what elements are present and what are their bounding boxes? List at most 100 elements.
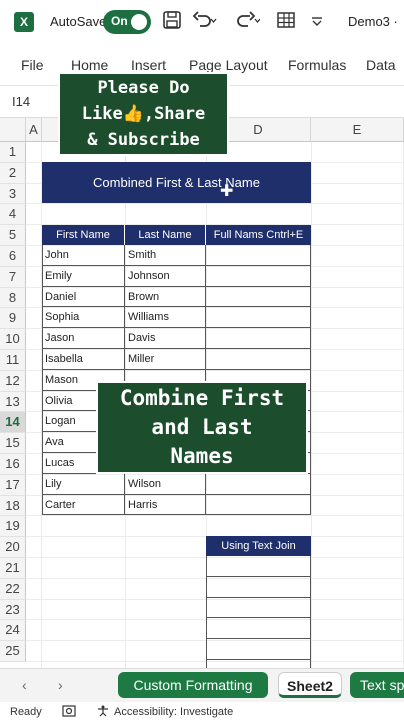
column-header-a[interactable]: A <box>26 118 42 142</box>
undo-icon[interactable] <box>192 10 218 34</box>
cell-cursor-icon: ✚ <box>220 183 234 200</box>
toggle-knob <box>131 14 147 30</box>
overlay-line: Names <box>170 444 234 468</box>
row-header[interactable]: 22 <box>0 578 26 600</box>
chevron-right-icon[interactable]: › <box>58 677 63 693</box>
tab-page-layout[interactable]: Page Layout <box>189 57 268 73</box>
row-header[interactable]: 2 <box>0 162 26 184</box>
excel-logo-icon: X <box>14 12 34 32</box>
subscribe-overlay: Please Do Like👍,Share & Subscribe <box>58 72 229 156</box>
last-name-cell[interactable]: Wilson <box>125 473 206 495</box>
textjoin-cell[interactable] <box>206 618 311 640</box>
full-name-cell[interactable] <box>206 473 311 495</box>
header-full-name[interactable]: Full Nams Cntrl+E <box>206 225 311 245</box>
row-header[interactable]: 23 <box>0 599 26 621</box>
textjoin-cell[interactable] <box>206 639 311 660</box>
row-header[interactable]: 6 <box>0 246 26 267</box>
sheet-tab-text-split[interactable]: Text sp <box>350 672 404 698</box>
row-header[interactable]: 24 <box>0 620 26 642</box>
redo-icon[interactable] <box>234 10 261 34</box>
row-header[interactable]: 17 <box>0 474 26 496</box>
first-name-cell[interactable]: Jason <box>42 328 125 349</box>
last-name-cell[interactable]: Davis <box>125 328 206 349</box>
row-header[interactable]: 20 <box>0 537 26 558</box>
sheet-title-banner[interactable]: Combined First & Last Name <box>42 162 311 203</box>
tab-data[interactable]: Data <box>366 57 396 73</box>
full-name-cell[interactable] <box>206 328 311 349</box>
textjoin-cell[interactable] <box>206 556 311 577</box>
row-header[interactable]: 7 <box>0 266 26 288</box>
row-header[interactable]: 11 <box>0 350 26 371</box>
overlay-line: & Subscribe <box>87 130 200 150</box>
select-all-corner[interactable] <box>0 118 26 142</box>
tab-formulas[interactable]: Formulas <box>288 57 346 73</box>
row-header[interactable]: 8 <box>0 287 26 309</box>
tab-home[interactable]: Home <box>71 57 108 73</box>
first-name-cell[interactable]: John <box>42 245 125 266</box>
row-header[interactable]: 9 <box>0 308 26 330</box>
first-name-cell[interactable]: Carter <box>42 494 125 516</box>
document-name[interactable]: Demo3 · <box>348 14 398 29</box>
status-ready: Ready <box>10 706 42 718</box>
row-header[interactable]: 16 <box>0 454 26 475</box>
full-name-cell[interactable] <box>206 245 311 266</box>
row-header[interactable]: 15 <box>0 433 26 454</box>
full-name-cell[interactable] <box>206 286 311 308</box>
last-name-cell[interactable]: Miller <box>125 349 206 370</box>
row-header[interactable]: 3 <box>0 183 26 205</box>
autosave-toggle-state: On <box>111 14 128 28</box>
overlay-line: Like👍,Share <box>81 104 206 124</box>
first-name-cell[interactable]: Lily <box>42 473 125 495</box>
header-first-name[interactable]: First Name <box>42 225 125 245</box>
gridline <box>26 515 404 517</box>
chevron-left-icon[interactable]: ‹ <box>22 677 27 693</box>
textjoin-header[interactable]: Using Text Join <box>206 536 311 556</box>
last-name-cell[interactable]: Harris <box>125 494 206 516</box>
row-header[interactable]: 21 <box>0 558 26 579</box>
overlay-line: and Last <box>151 415 253 439</box>
table-border <box>42 245 43 516</box>
row-header[interactable]: 25 <box>0 641 26 662</box>
full-name-cell[interactable] <box>206 494 311 516</box>
last-name-cell[interactable]: Williams <box>125 307 206 329</box>
first-name-cell[interactable]: Emily <box>42 265 125 287</box>
header-last-name[interactable]: Last Name <box>125 225 206 245</box>
row-header[interactable]: 4 <box>0 204 26 226</box>
row-header[interactable]: 19 <box>0 516 26 538</box>
column-header-e[interactable]: E <box>311 118 404 142</box>
row-header[interactable]: 10 <box>0 329 26 350</box>
gridline <box>311 142 312 668</box>
table-icon[interactable] <box>276 10 296 34</box>
textjoin-cell[interactable] <box>206 576 311 598</box>
sheet-tab-bar: ‹ › Custom Formatting Sheet2 Text sp <box>0 668 404 702</box>
tab-file[interactable]: File <box>21 57 44 73</box>
row-header[interactable]: 1 <box>0 142 26 163</box>
row-header[interactable]: 13 <box>0 391 26 413</box>
first-name-cell[interactable]: Sophia <box>42 307 125 329</box>
last-name-cell[interactable]: Smith <box>125 245 206 266</box>
overlay-line: Please Do <box>97 78 190 98</box>
full-name-cell[interactable] <box>206 307 311 329</box>
full-name-cell[interactable] <box>206 265 311 287</box>
sheet-tab-sheet2[interactable]: Sheet2 <box>278 672 342 698</box>
row-header[interactable]: 12 <box>0 370 26 392</box>
autosave-toggle[interactable]: On <box>103 10 151 34</box>
first-name-cell[interactable]: Isabella <box>42 349 125 370</box>
tab-insert[interactable]: Insert <box>131 57 166 73</box>
status-bar: Ready Accessibility: Investigate <box>0 702 404 720</box>
full-name-cell[interactable] <box>206 349 311 370</box>
last-name-cell[interactable]: Johnson <box>125 265 206 287</box>
sheet-tab-custom-formatting[interactable]: Custom Formatting <box>118 672 268 698</box>
accessibility-status[interactable]: Accessibility: Investigate <box>114 706 233 718</box>
customize-icon[interactable] <box>310 10 324 34</box>
row-header[interactable]: 5 <box>0 225 26 246</box>
save-icon[interactable] <box>162 10 182 34</box>
row-header[interactable]: 18 <box>0 495 26 517</box>
textjoin-cell[interactable] <box>206 597 311 619</box>
accessibility-icon[interactable] <box>96 705 110 720</box>
textjoin-cell[interactable] <box>206 660 311 668</box>
first-name-cell[interactable]: Daniel <box>42 286 125 308</box>
name-box[interactable]: I14 <box>12 94 30 109</box>
last-name-cell[interactable]: Brown <box>125 286 206 308</box>
row-header[interactable]: 14 <box>0 412 26 434</box>
